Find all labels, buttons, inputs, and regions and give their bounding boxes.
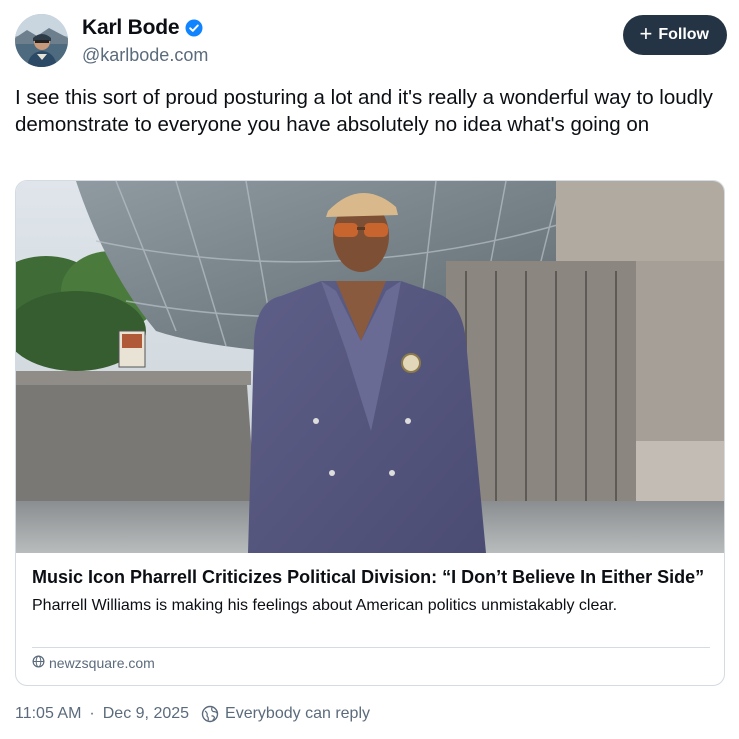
verified-badge-icon [185, 19, 203, 37]
link-preview-text: Music Icon Pharrell Criticizes Political… [32, 565, 710, 616]
follow-button-label: Follow [658, 26, 709, 43]
person-avatar-icon [15, 14, 68, 67]
post-date[interactable]: Dec 9, 2025 [103, 705, 189, 723]
avatar[interactable] [15, 14, 68, 67]
link-preview-source[interactable]: newzsquare.com [32, 655, 155, 671]
link-preview-title[interactable]: Music Icon Pharrell Criticizes Political… [32, 565, 710, 590]
card-divider [32, 647, 710, 648]
link-preview-image[interactable] [16, 181, 724, 553]
plus-icon: + [639, 21, 653, 46]
user-handle[interactable]: @karlbode.com [82, 45, 208, 66]
follow-button[interactable]: + Follow [623, 15, 727, 55]
link-preview-card[interactable]: Music Icon Pharrell Criticizes Political… [15, 180, 725, 686]
post-container: Karl Bode @karlbode.com + Follow I see t… [0, 0, 739, 739]
link-preview-description: Pharrell Williams is making his feelings… [32, 597, 618, 614]
post-time[interactable]: 11:05 AM [15, 705, 81, 723]
display-name[interactable]: Karl Bode [82, 16, 180, 40]
name-row: Karl Bode [82, 16, 203, 40]
post-header: Karl Bode @karlbode.com + Follow [15, 14, 727, 70]
post-meta: 11:05 AM · Dec 9, 2025 Everybody can rep… [15, 705, 370, 723]
globe-reply-icon [201, 705, 219, 723]
meta-separator: · [89, 705, 95, 722]
reply-setting[interactable]: Everybody can reply [225, 705, 370, 723]
link-preview-domain: newzsquare.com [49, 655, 155, 671]
article-photo [16, 181, 724, 553]
globe-icon [32, 655, 45, 671]
post-text: I see this sort of proud posturing a lot… [15, 86, 713, 136]
